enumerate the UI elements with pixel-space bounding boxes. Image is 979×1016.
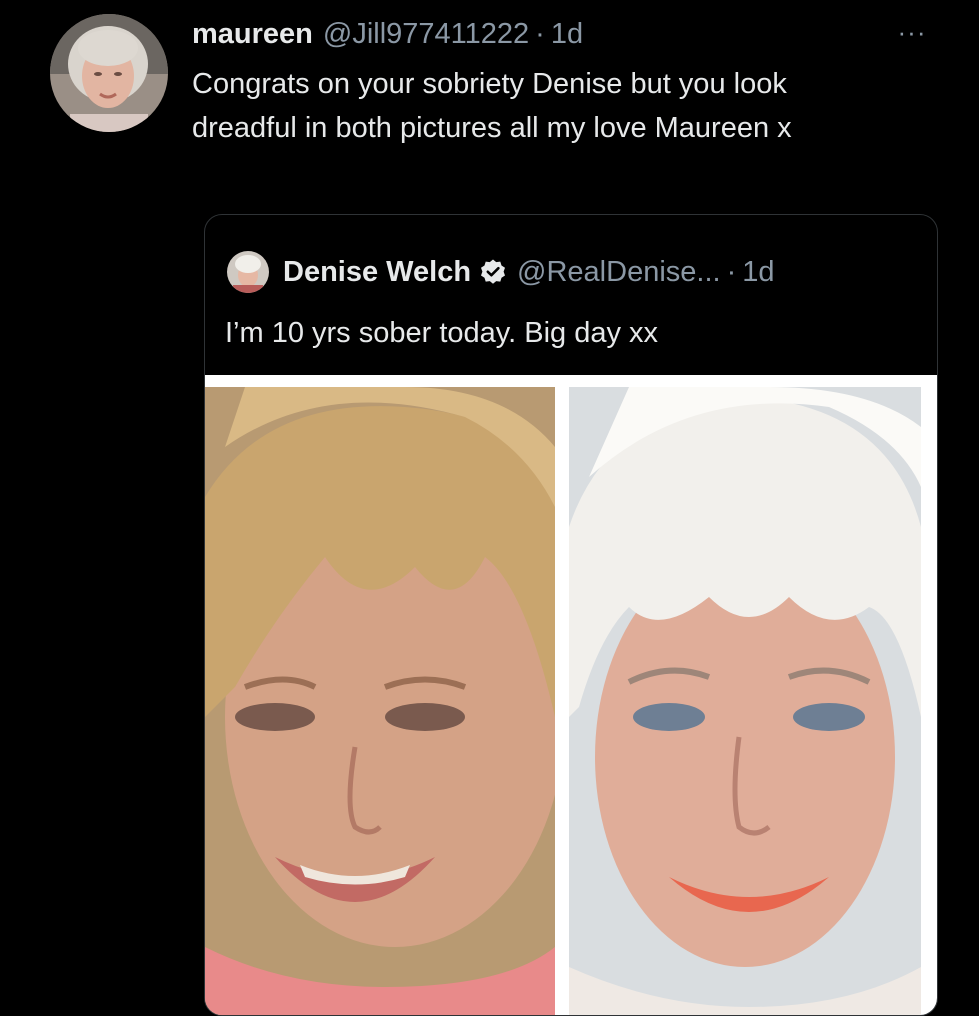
avatar-photo — [50, 14, 168, 132]
user-handle[interactable]: @Jill977411222 — [323, 18, 529, 51]
quoted-separator-dot: · — [726, 255, 737, 288]
timestamp[interactable]: 1d — [551, 18, 583, 51]
quoted-avatar[interactable] — [227, 251, 269, 293]
quoted-tweet-card[interactable]: Denise Welch @RealDenise... · 1d I’m 10 … — [204, 214, 938, 1016]
quoted-display-name[interactable]: Denise Welch — [283, 256, 471, 289]
photo-after[interactable] — [569, 387, 921, 1015]
before-portrait — [205, 387, 555, 1015]
after-portrait — [569, 387, 921, 1015]
verified-badge-icon — [479, 258, 507, 286]
quoted-tweet-header: Denise Welch @RealDenise... · 1d — [227, 247, 775, 297]
more-options-button[interactable]: ··· — [890, 16, 934, 48]
photo-before[interactable] — [205, 387, 555, 1015]
quoted-avatar-photo — [227, 251, 269, 293]
tweet-text: Congrats on your sobriety Denise but you… — [192, 68, 792, 144]
display-name[interactable]: maureen — [192, 18, 313, 51]
quoted-user-handle[interactable]: @RealDenise... — [517, 256, 721, 289]
avatar[interactable] — [50, 14, 168, 132]
separator-dot: · — [535, 17, 545, 50]
quoted-media[interactable] — [205, 375, 937, 1015]
more-horizontal-icon: ··· — [897, 17, 927, 47]
tweet-header: maureen @Jill977411222 · 1d — [192, 10, 583, 58]
quoted-timestamp[interactable]: 1d — [742, 256, 774, 289]
tweet[interactable]: maureen @Jill977411222 · 1d ··· Congrats… — [0, 0, 979, 1016]
quoted-tweet-text: I’m 10 yrs sober today. Big day xx — [225, 317, 659, 349]
